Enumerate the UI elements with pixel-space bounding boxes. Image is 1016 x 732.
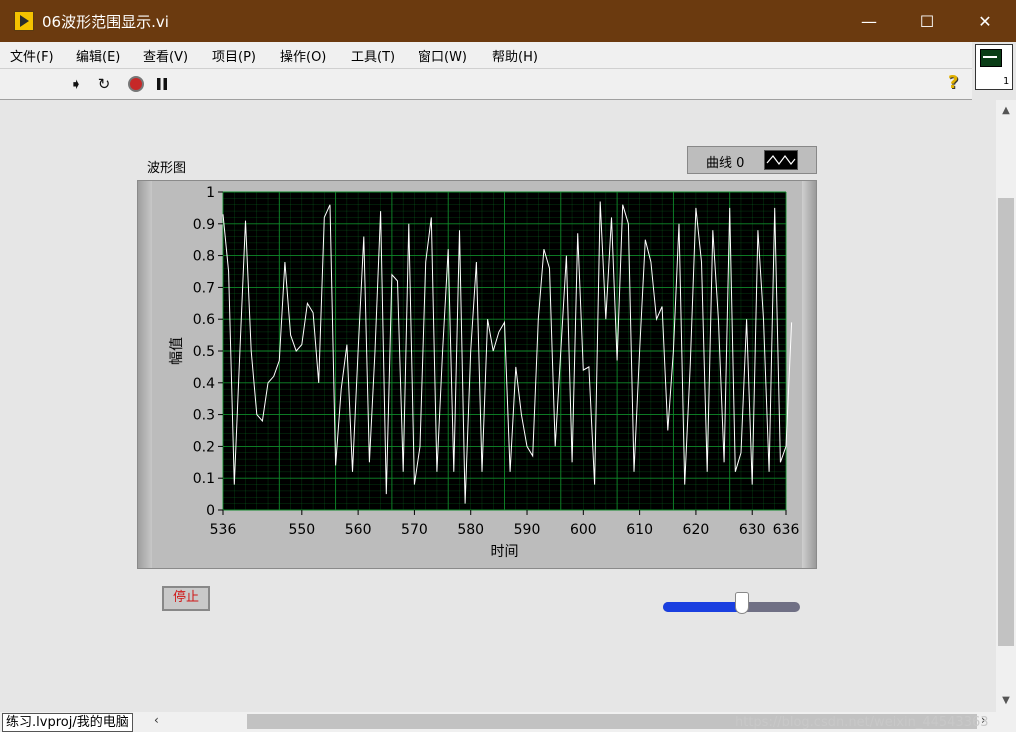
waveform-scope-icon	[980, 49, 1002, 67]
vi-icon-number: 1	[1002, 76, 1009, 87]
waveform-graph[interactable]: 0 0.1 0.2 0.3 0.4 0.5 0.6 0.7 0.8 0.9 1 536 550 560 57…	[137, 180, 817, 569]
run-continuously-icon[interactable]: ↻	[94, 74, 114, 94]
x-tick-label: 570	[401, 522, 428, 538]
run-arrow-icon[interactable]: ➧	[66, 74, 86, 94]
window-title: 06波形范围显示.vi	[42, 13, 169, 31]
pause-button[interactable]	[152, 74, 172, 94]
vertical-scroll-thumb[interactable]	[998, 198, 1014, 646]
menu-window[interactable]: 窗口(W)	[418, 46, 467, 65]
vi-connector-icon[interactable]: 1	[975, 44, 1013, 90]
slider-fill	[663, 602, 743, 612]
title-bar: 06波形范围显示.vi — ☐ ✕	[0, 0, 1016, 42]
x-axis-label: 时间	[491, 544, 519, 560]
stop-button[interactable]: 停止	[162, 586, 210, 611]
x-tick-label: 590	[514, 522, 541, 538]
menu-operate[interactable]: 操作(O)	[280, 46, 326, 65]
menu-project[interactable]: 项目(P)	[212, 46, 256, 65]
y-tick-label: 0.9	[193, 217, 215, 233]
y-tick-label: 0.6	[193, 312, 215, 328]
horizontal-slider[interactable]	[663, 592, 800, 615]
close-button[interactable]: ✕	[956, 0, 1014, 42]
y-tick-label: 0.1	[193, 471, 215, 487]
toolbar: ➧ ↻	[0, 69, 972, 100]
watermark: https://blog.csdn.net/weixin_44543363	[735, 715, 989, 730]
context-help-icon[interactable]: ?	[948, 72, 958, 93]
vertical-scrollbar[interactable]: ▲ ▼	[996, 100, 1016, 712]
y-tick-label: 0.7	[193, 280, 215, 296]
x-tick-label: 630	[739, 522, 766, 538]
y-tick-label: 0	[206, 503, 215, 519]
labview-app-icon	[14, 11, 34, 31]
menu-file[interactable]: 文件(F)	[10, 46, 54, 65]
plot-legend-swatch	[764, 150, 798, 170]
x-tick-label: 580	[457, 522, 484, 538]
abort-execution-button[interactable]	[126, 74, 146, 94]
x-tick-label: 560	[345, 522, 372, 538]
y-tick-label: 0.8	[193, 249, 215, 265]
menu-edit[interactable]: 编辑(E)	[76, 46, 120, 65]
y-axis-label: 幅值	[169, 337, 185, 365]
scroll-left-arrow-icon[interactable]: ‹	[154, 713, 159, 727]
maximize-button[interactable]: ☐	[898, 0, 956, 42]
menu-view[interactable]: 查看(V)	[143, 46, 188, 65]
x-tick-label: 610	[626, 522, 653, 538]
scroll-down-arrow-icon[interactable]: ▼	[996, 692, 1016, 710]
slider-thumb[interactable]	[735, 592, 750, 614]
pause-icon	[157, 78, 167, 90]
x-tick-label: 550	[288, 522, 315, 538]
y-tick-label: 0.3	[193, 408, 215, 424]
menu-tools[interactable]: 工具(T)	[351, 46, 395, 65]
y-tick-label: 0.4	[193, 376, 215, 392]
minimize-button[interactable]: —	[840, 0, 898, 42]
y-tick-label: 0.2	[193, 439, 215, 455]
stop-sign-icon	[128, 76, 144, 92]
y-tick-label: 0.5	[193, 344, 215, 360]
x-tick-label: 636	[773, 522, 800, 538]
y-tick-label: 1	[206, 185, 215, 201]
menu-help[interactable]: 帮助(H)	[492, 46, 538, 65]
status-bar: 练习.lvproj/我的电脑 ‹ › https://blog.csdn.net…	[0, 712, 1016, 732]
x-tick-label: 536	[210, 522, 237, 538]
project-context-label: 练习.lvproj/我的电脑	[2, 713, 133, 732]
waveform-graph-label: 波形图	[147, 161, 187, 176]
menu-bar: 文件(F) 编辑(E) 查看(V) 项目(P) 操作(O) 工具(T) 窗口(W…	[0, 42, 972, 69]
plot-legend[interactable]: 曲线 0	[687, 146, 817, 174]
plot-legend-name: 曲线 0	[706, 156, 745, 171]
x-tick-label: 600	[570, 522, 597, 538]
scroll-up-arrow-icon[interactable]: ▲	[996, 102, 1016, 120]
x-tick-label: 620	[683, 522, 710, 538]
